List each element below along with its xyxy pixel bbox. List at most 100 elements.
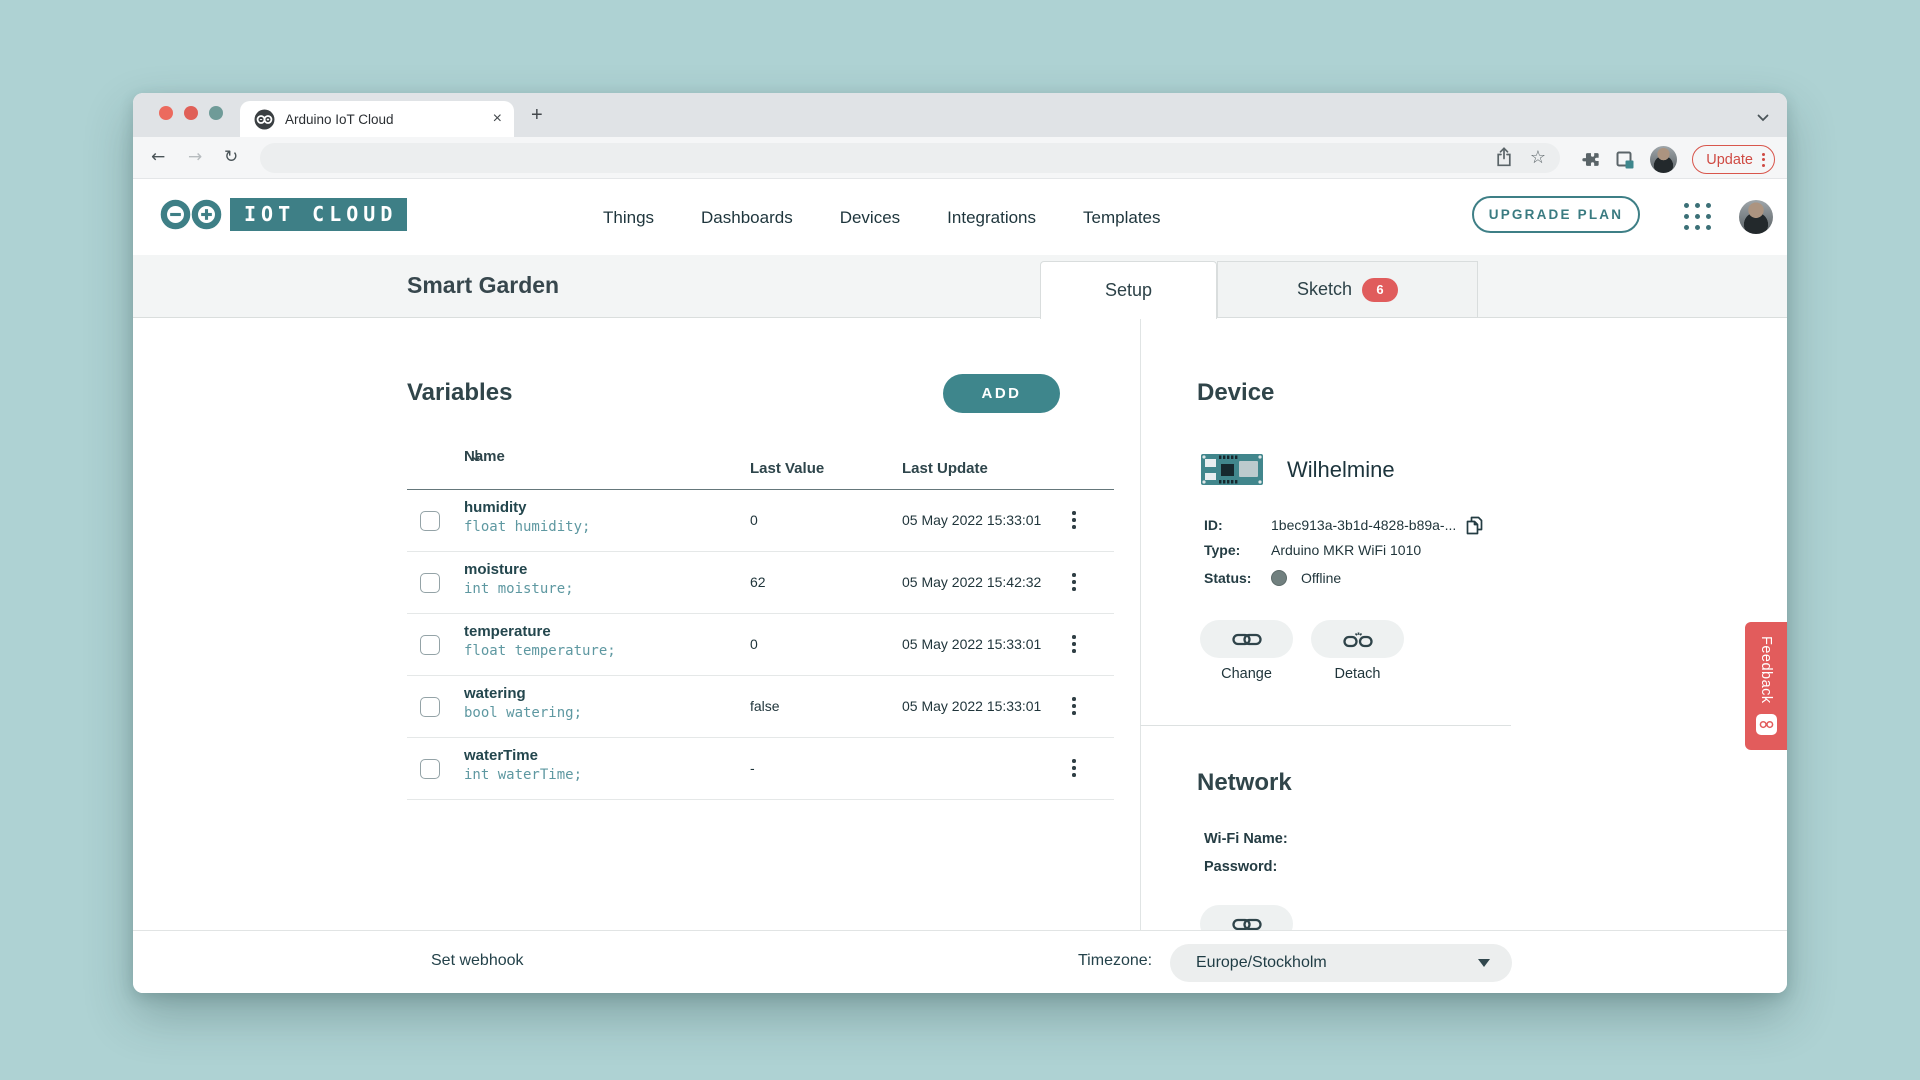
nav-devices[interactable]: Devices: [840, 208, 900, 228]
variable-name-cell[interactable]: moisture int moisture;: [464, 561, 574, 597]
apps-grid-icon[interactable]: [1684, 203, 1711, 230]
upgrade-plan-button[interactable]: UPGRADE PLAN: [1472, 196, 1640, 233]
table-row: moisture int moisture; 62 05 May 2022 15…: [407, 552, 1114, 614]
device-type-row: Type: Arduino MKR WiFi 1010: [1204, 542, 1421, 558]
variable-declaration: bool watering;: [464, 705, 582, 721]
variable-last-value: 0: [750, 636, 758, 652]
window-zoom-button[interactable]: [209, 106, 223, 120]
device-status-row: Status: Offline: [1204, 570, 1341, 586]
nav-dashboards[interactable]: Dashboards: [701, 208, 793, 228]
set-webhook-link[interactable]: Set webhook: [431, 952, 524, 970]
row-checkbox[interactable]: [420, 697, 440, 717]
row-menu-button[interactable]: [1067, 509, 1081, 531]
dropdown-caret-icon: [1478, 959, 1490, 967]
feedback-tab[interactable]: Feedback: [1745, 622, 1787, 750]
url-bar[interactable]: ☆: [260, 143, 1560, 173]
device-type-value: Arduino MKR WiFi 1010: [1271, 542, 1421, 558]
device-type-label: Type:: [1204, 542, 1271, 558]
variable-last-value: 0: [750, 512, 758, 528]
row-menu-button[interactable]: [1067, 571, 1081, 593]
device-title: Device: [1197, 379, 1274, 407]
browser-update-button[interactable]: Update: [1692, 145, 1775, 174]
change-device-button[interactable]: [1200, 620, 1293, 658]
table-row: waterTime int waterTime; -: [407, 738, 1114, 800]
row-menu-button[interactable]: [1067, 633, 1081, 655]
bookmark-star-icon[interactable]: ☆: [1528, 147, 1548, 167]
variable-name-cell[interactable]: temperature float temperature;: [464, 623, 616, 659]
network-title: Network: [1197, 769, 1292, 797]
row-menu-button[interactable]: [1067, 757, 1081, 779]
variable-declaration: float humidity;: [464, 519, 590, 535]
device-id-row: ID: 1bec913a-3b1d-4828-b89a-...: [1204, 514, 1485, 536]
device-network-divider: [1140, 725, 1511, 726]
table-row: temperature float temperature; 0 05 May …: [407, 614, 1114, 676]
unlink-icon: [1343, 630, 1373, 649]
setup-content: Variables ADD Name↓ Last Value Last Upda…: [133, 319, 1787, 930]
timezone-label: Timezone:: [1078, 952, 1152, 970]
browser-profile-avatar[interactable]: [1650, 146, 1677, 173]
tab-close-icon[interactable]: ×: [493, 111, 502, 127]
browser-tab[interactable]: Arduino IoT Cloud ×: [240, 101, 514, 137]
copy-icon[interactable]: [1464, 514, 1485, 536]
variable-last-value: false: [750, 698, 780, 714]
variable-name: humidity: [464, 499, 590, 516]
arduino-logo[interactable]: IOT CLOUD: [160, 198, 407, 231]
device-id-label: ID:: [1204, 517, 1271, 533]
variable-name-cell[interactable]: humidity float humidity;: [464, 499, 590, 535]
row-checkbox[interactable]: [420, 573, 440, 593]
device-name: Wilhelmine: [1287, 457, 1395, 483]
status-offline-dot: [1271, 570, 1287, 586]
tab-search-chevron-icon[interactable]: [1757, 109, 1769, 127]
back-button[interactable]: ←: [151, 146, 165, 168]
variable-last-value: -: [750, 760, 755, 776]
feedback-arduino-icon: [1756, 714, 1777, 735]
row-checkbox[interactable]: [420, 635, 440, 655]
update-label: Update: [1706, 152, 1753, 168]
device-status-value: Offline: [1301, 570, 1341, 586]
side-panel-icon[interactable]: [1615, 150, 1635, 170]
row-menu-button[interactable]: [1067, 695, 1081, 717]
arduino-favicon: [254, 109, 275, 130]
detach-device-button[interactable]: [1311, 620, 1404, 658]
change-device-label: Change: [1200, 666, 1293, 682]
device-status-label: Status:: [1204, 570, 1271, 586]
browser-toolbar: ← → ↻ ☆: [133, 137, 1787, 179]
app-header: IOT CLOUD Things Dashboards Devices Inte…: [133, 180, 1787, 255]
sort-desc-icon: ↓: [470, 447, 483, 465]
device-board-image: [1201, 454, 1263, 485]
variable-declaration: int moisture;: [464, 581, 574, 597]
variable-last-update: 05 May 2022 15:33:01: [902, 636, 1041, 652]
tab-title: Arduino IoT Cloud: [285, 112, 483, 127]
account-avatar[interactable]: [1739, 200, 1773, 234]
variable-declaration: float temperature;: [464, 643, 616, 659]
tab-setup[interactable]: Setup: [1040, 261, 1217, 319]
row-checkbox[interactable]: [420, 759, 440, 779]
new-tab-button[interactable]: +: [531, 105, 543, 125]
extensions-puzzle-icon[interactable]: [1580, 150, 1600, 170]
window-minimize-button[interactable]: [184, 106, 198, 120]
forward-button[interactable]: →: [188, 146, 202, 168]
iot-cloud-badge: IOT CLOUD: [230, 198, 407, 231]
nav-things[interactable]: Things: [603, 208, 654, 228]
arduino-infinity-icon: [160, 198, 222, 231]
timezone-select[interactable]: Europe/Stockholm: [1170, 944, 1512, 982]
row-checkbox[interactable]: [420, 511, 440, 531]
feedback-label: Feedback: [1758, 636, 1774, 704]
nav-templates[interactable]: Templates: [1083, 208, 1160, 228]
variable-name: temperature: [464, 623, 616, 640]
tab-sketch[interactable]: Sketch 6: [1217, 261, 1478, 318]
add-variable-button[interactable]: ADD: [943, 374, 1060, 413]
variable-name-cell[interactable]: watering bool watering;: [464, 685, 582, 721]
variable-last-update: 05 May 2022 15:33:01: [902, 698, 1041, 714]
browser-window: Arduino IoT Cloud × + ← → ↻ ☆: [133, 93, 1787, 993]
reload-button[interactable]: ↻: [224, 146, 238, 168]
variables-table-header: Name↓ Last Value Last Update: [407, 444, 1114, 490]
thing-title: Smart Garden: [407, 272, 559, 299]
window-close-button[interactable]: [159, 106, 173, 120]
variable-name: waterTime: [464, 747, 582, 764]
nav-integrations[interactable]: Integrations: [947, 208, 1036, 228]
tab-sketch-label: Sketch: [1297, 279, 1352, 300]
share-icon[interactable]: [1494, 147, 1514, 167]
variable-name-cell[interactable]: waterTime int waterTime;: [464, 747, 582, 783]
browser-menu-icon[interactable]: [1762, 153, 1765, 167]
